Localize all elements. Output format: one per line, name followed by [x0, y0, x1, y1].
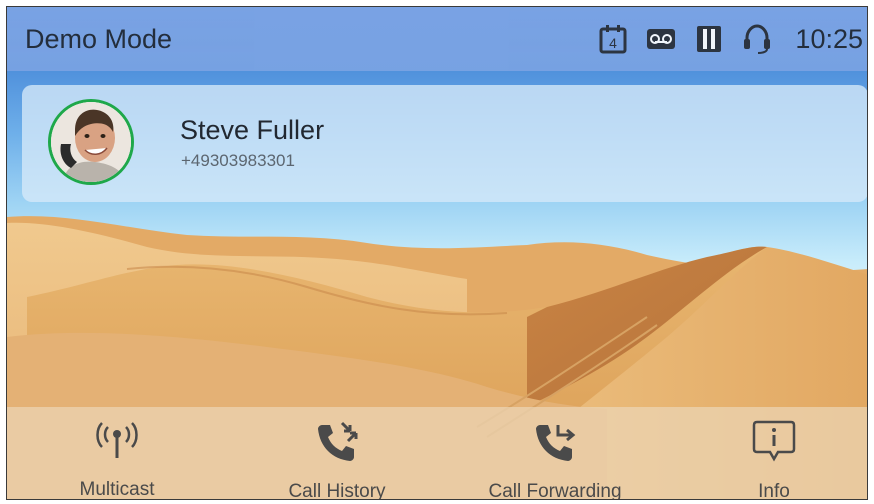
- call-history-button[interactable]: Call History: [272, 407, 402, 500]
- call-history-icon: [312, 419, 362, 463]
- call-forwarding-button[interactable]: Call Forwarding: [470, 407, 640, 500]
- bottom-function-bar: Multicast Call History Call Forwarding I…: [7, 407, 867, 500]
- calendar-day: 4: [610, 35, 618, 51]
- call-history-label: Call History: [288, 481, 386, 500]
- status-icons: 4 10:25: [597, 21, 867, 57]
- multicast-icon: [92, 419, 142, 461]
- calendar-icon[interactable]: 4: [597, 23, 629, 55]
- avatar: [48, 99, 134, 185]
- contact-card[interactable]: Steve Fuller +49303983301: [22, 85, 867, 202]
- call-forwarding-label: Call Forwarding: [488, 481, 622, 500]
- sd-card-icon[interactable]: [693, 23, 725, 55]
- avatar-photo: [51, 102, 131, 182]
- contact-number: +49303983301: [181, 151, 295, 170]
- voicemail-icon[interactable]: [645, 23, 677, 55]
- multicast-button[interactable]: Multicast: [67, 407, 167, 500]
- headset-icon[interactable]: [741, 23, 773, 55]
- status-clock: 10:25: [795, 23, 863, 54]
- status-bar: Demo Mode 4 10:25: [7, 7, 867, 71]
- phone-home-screen: Demo Mode 4 10:25 Steve Fuller +49303983…: [6, 6, 868, 500]
- contact-name: Steve Fuller: [180, 115, 325, 145]
- info-button[interactable]: Info: [729, 407, 819, 500]
- multicast-label: Multicast: [79, 479, 155, 500]
- info-label: Info: [758, 481, 790, 500]
- call-forwarding-icon: [530, 419, 580, 463]
- info-icon: [749, 419, 799, 463]
- status-bar-title: Demo Mode: [25, 24, 173, 54]
